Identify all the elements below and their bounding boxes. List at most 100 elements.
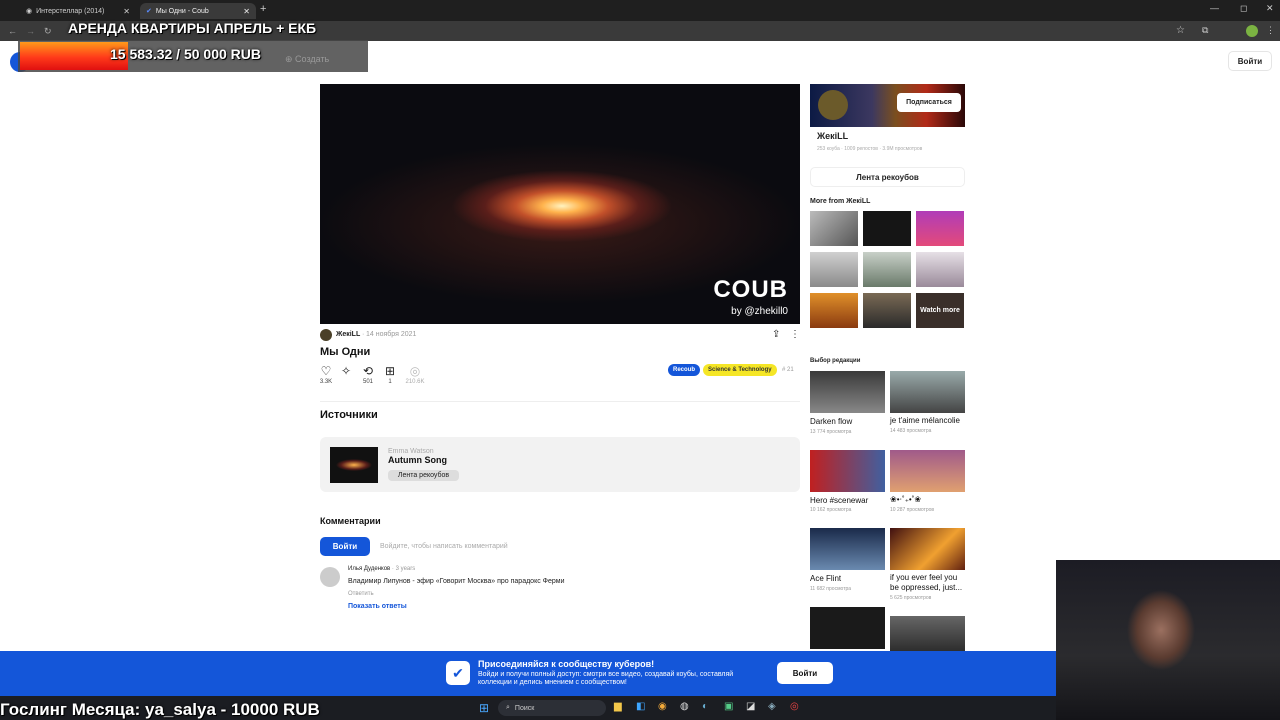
search-icon: ⌕	[506, 704, 510, 711]
tab-interstellar[interactable]: ◉ Интерстеллар (2014) ✕	[20, 3, 136, 19]
sources-heading: Источники	[320, 409, 378, 421]
create-button[interactable]: ⊕ Создать	[285, 54, 329, 65]
reload-icon[interactable]: ↻	[44, 26, 52, 37]
editors-thumb[interactable]	[810, 450, 885, 492]
extensions-icon[interactable]: ⧉	[1202, 25, 1208, 36]
watch-more-button[interactable]: Watch more	[916, 293, 964, 328]
app-icon[interactable]: ▣	[724, 701, 733, 712]
likes-count: 3.3K	[319, 379, 333, 385]
editors-thumb[interactable]	[810, 371, 885, 413]
more-thumb[interactable]	[863, 293, 911, 328]
minimize-icon[interactable]: —	[1210, 3, 1219, 13]
comment-text: Владимир Липунов - эфир «Говорит Москва»…	[348, 578, 565, 585]
editors-thumb[interactable]	[890, 371, 965, 413]
tab-coub[interactable]: ✔ Мы Одни - Coub ✕	[140, 3, 256, 19]
comment-login-button[interactable]: Войти	[320, 537, 370, 556]
author-name[interactable]: ЖекiLL	[336, 331, 360, 338]
close-window-icon[interactable]: ✕	[1266, 3, 1274, 14]
taskbar-search[interactable]: ⌕ Поиск	[498, 700, 606, 716]
search-placeholder: Поиск	[514, 704, 535, 712]
save-icon[interactable]: ⊞	[382, 364, 398, 378]
dislike-icon[interactable]: ✧	[338, 364, 354, 378]
editors-views: 10 162 просмотра	[810, 507, 852, 513]
editors-thumb[interactable]	[810, 607, 885, 649]
like-icon[interactable]: ♡	[318, 364, 334, 378]
more-from-heading: More from ЖекiLL	[810, 198, 871, 205]
browser-tab-bar: ◉ Интерстеллар (2014) ✕ ✔ Мы Одни - Coub…	[0, 0, 1280, 21]
channel-name[interactable]: ЖекiLL	[817, 131, 848, 141]
reply-link[interactable]: Ответить	[348, 591, 374, 597]
channel-avatar[interactable]	[818, 90, 848, 120]
more-thumb[interactable]	[916, 252, 964, 287]
editors-thumb[interactable]	[810, 528, 885, 570]
store-icon[interactable]: ◧	[636, 701, 645, 712]
app-icon[interactable]: ◪	[746, 701, 755, 712]
source-feed-button[interactable]: Лента рекоубов	[388, 470, 459, 481]
recoub-tag[interactable]: Recoub	[668, 364, 701, 376]
source-thumbnail[interactable]	[330, 447, 378, 483]
recoub-icon[interactable]: ⟲	[360, 364, 376, 378]
join-login-button[interactable]: Войти	[777, 662, 833, 684]
video-meta: ЖекiLL · 14 ноября 2021 ⇪ ⋮	[320, 329, 800, 343]
divider	[320, 401, 800, 402]
share-icon[interactable]: ⇪	[772, 329, 780, 340]
author-avatar[interactable]	[320, 329, 332, 341]
back-icon[interactable]: ←	[8, 26, 17, 36]
editors-title[interactable]: if you ever feel you be oppressed, just.…	[890, 573, 966, 592]
more-options-icon[interactable]: ⋮	[790, 329, 800, 340]
join-text: Войди и получи полный доступ: смотри все…	[478, 671, 734, 687]
editors-title[interactable]: ❀•‧˚₊•˚❀	[890, 495, 966, 505]
editors-views: 11 682 просмотра	[810, 586, 852, 592]
folder-icon[interactable]: ▆	[614, 701, 622, 712]
video-player[interactable]: COUB by @zhekill0	[320, 84, 800, 324]
coub-watermark: COUB	[713, 276, 788, 303]
bookmark-star-icon[interactable]: ☆	[1176, 25, 1185, 36]
streamer-webcam	[1056, 560, 1280, 720]
more-thumb[interactable]	[863, 252, 911, 287]
editors-views: 13 774 просмотра	[810, 429, 852, 435]
science-tag[interactable]: Science & Technology	[703, 364, 777, 376]
editors-title[interactable]: Ace Flint	[810, 574, 886, 584]
comment-author-line: Илья Дуденков · 3 years	[348, 566, 415, 572]
editors-title[interactable]: je t'aime mélancolie	[890, 416, 966, 426]
more-thumb[interactable]	[810, 211, 858, 246]
comment-author[interactable]: Илья Дуденков	[348, 566, 390, 572]
donation-amount: 15 583.32 / 50 000 RUB	[110, 46, 261, 62]
editors-thumb[interactable]	[890, 450, 965, 492]
more-thumb[interactable]	[810, 252, 858, 287]
new-tab-icon[interactable]: +	[260, 3, 266, 15]
show-replies-link[interactable]: Показать ответы	[348, 603, 407, 610]
more-thumb[interactable]	[916, 211, 964, 246]
comment-prompt: Войдите, чтобы написать комментарий	[380, 543, 508, 550]
more-thumb[interactable]	[863, 211, 911, 246]
channel-banner: Подписаться	[810, 84, 965, 127]
chrome-icon[interactable]: ◉	[658, 701, 667, 712]
coub-logo-icon: ✔	[446, 661, 470, 685]
app-icon[interactable]: ◎	[790, 701, 799, 712]
donation-title: АРЕНДА КВАРТИРЫ АПРЕЛЬ + ЕКБ	[68, 20, 317, 36]
tag-count[interactable]: # 21	[782, 367, 794, 373]
windows-start-icon[interactable]: ⊞	[479, 701, 489, 715]
header-login-button[interactable]: Войти	[1228, 51, 1272, 71]
subscribe-button[interactable]: Подписаться	[897, 93, 961, 112]
menu-icon[interactable]: ⋮	[1266, 25, 1275, 36]
close-icon[interactable]: ✕	[123, 7, 130, 16]
maximize-icon[interactable]: ◻	[1240, 3, 1247, 14]
forward-icon[interactable]: →	[26, 26, 35, 36]
editors-thumb[interactable]	[890, 528, 965, 570]
source-card: Emma Watson Autumn Song Лента рекоубов	[320, 437, 800, 492]
profile-avatar[interactable]	[1246, 25, 1258, 37]
obs-icon[interactable]: ◍	[680, 701, 689, 712]
steam-icon[interactable]: ◈	[768, 701, 776, 712]
coub-watermark-author: by @zhekill0	[731, 306, 788, 317]
close-icon[interactable]: ✕	[243, 7, 250, 16]
views-icon: ◎	[409, 364, 421, 378]
gosling-ticker: Гослинг Месяца: ya_salya - 10000 RUB	[0, 700, 320, 719]
channel-feed-button[interactable]: Лента рекоубов	[810, 167, 965, 187]
more-thumb[interactable]	[810, 293, 858, 328]
editors-title[interactable]: Hero #scenewar	[810, 496, 886, 506]
source-song[interactable]: Autumn Song	[388, 455, 447, 465]
editors-title[interactable]: Darken flow	[810, 417, 886, 427]
commenter-avatar[interactable]	[320, 567, 340, 587]
app-icon[interactable]: ◐	[702, 701, 708, 712]
